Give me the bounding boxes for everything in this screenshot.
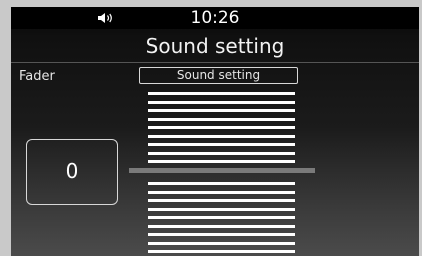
fader-step-line [148,100,295,104]
fader-control[interactable] [129,90,315,253]
fader-step-line [148,190,295,194]
fader-step-line [148,151,295,155]
fader-step-line [148,92,295,95]
fader-step-line [148,241,295,245]
status-bar: 10:26 [11,7,419,29]
fader-step-line [148,160,295,163]
fader-step-line [148,224,295,228]
fader-step-line [148,233,295,236]
fader-label: Fader [19,69,55,84]
fader-step-line [148,109,295,112]
page-title: Sound setting [145,34,285,58]
sound-setting-screen: 10:26 Sound setting Fader Sound setting … [11,7,419,256]
clock: 10:26 [190,8,240,28]
fader-step-line [148,182,295,185]
fader-step-line [148,216,295,219]
fader-step-line [148,207,295,211]
fader-step-line [148,250,295,253]
fader-value-display: 0 [26,139,118,205]
fader-step-line [148,117,295,121]
fader-step-line [148,143,295,146]
fader-center-marker [129,168,315,173]
sound-setting-button[interactable]: Sound setting [139,67,298,84]
fader-step-line [148,126,295,129]
fader-step-line [148,199,295,202]
fader-step-line [148,134,295,138]
divider [11,62,419,63]
